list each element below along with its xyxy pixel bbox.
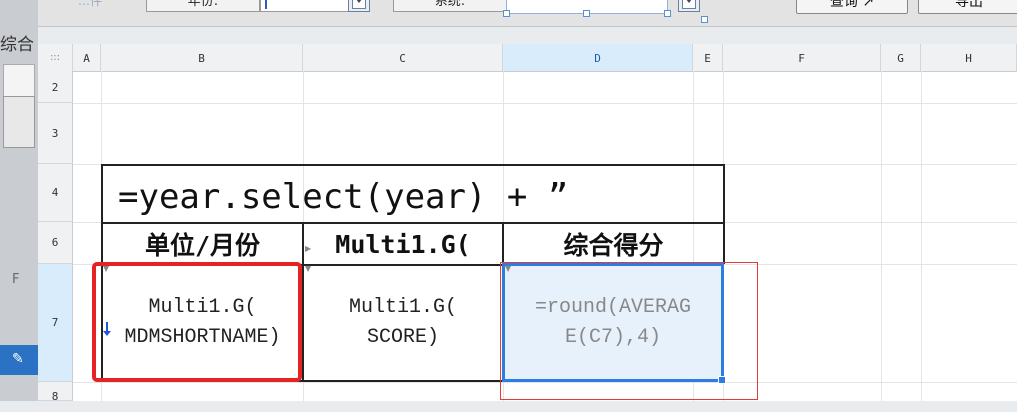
column-header-b[interactable]: B [101, 44, 303, 71]
cell-c6-header[interactable]: Multi1.G( [304, 224, 502, 264]
row-header-7[interactable]: 7 [38, 264, 73, 382]
row-header-8[interactable]: 8 [38, 382, 73, 403]
column-header-g[interactable]: G [881, 44, 921, 71]
gridline [73, 103, 1017, 104]
resize-handle[interactable] [664, 10, 671, 17]
column-header-h[interactable]: H [921, 44, 1017, 71]
left-panel-thumbnail-2[interactable] [3, 96, 35, 148]
edit-icon: ✎ [12, 351, 24, 367]
export-button[interactable]: 导出 [918, 0, 1017, 14]
report-design-grid[interactable]: ::: A B C D E F G H 2 3 4 6 7 8 =year.se… [38, 44, 1017, 403]
system-input[interactable] [503, 0, 671, 17]
cursor-icon: ↗ [862, 0, 875, 10]
table-border [101, 164, 724, 166]
year-input[interactable] [260, 0, 352, 12]
left-panel-edit-button[interactable]: ✎ [0, 345, 38, 375]
row-header-2[interactable]: 2 [38, 71, 73, 103]
condition-label: …件 [78, 0, 103, 8]
column-header-d[interactable]: D [503, 44, 693, 71]
chevron-down-icon [352, 0, 366, 9]
expand-marker-icon: ▶ [305, 244, 312, 253]
cell-d6-header[interactable]: 综合得分 [504, 224, 723, 264]
query-button-label: 查询 [829, 0, 858, 10]
column-header-bar: ::: A B C D E F G H [38, 44, 1017, 72]
row-header-4[interactable]: 4 [38, 164, 73, 222]
left-side-panel: 综合 F ✎ [0, 0, 38, 401]
column-header-e[interactable]: E [693, 44, 723, 71]
system-dropdown-button[interactable] [678, 0, 700, 12]
text-caret [265, 0, 267, 9]
red-highlight-box [92, 262, 302, 382]
chevron-down-icon [682, 0, 696, 9]
cell-b6-header[interactable]: 单位/月份 [103, 224, 302, 264]
column-header-f[interactable]: F [723, 44, 881, 71]
resize-handle[interactable] [701, 16, 708, 23]
column-header-c[interactable]: C [303, 44, 503, 71]
gridline [881, 71, 882, 401]
system-label: 系统: [393, 0, 507, 12]
year-dropdown-button[interactable] [348, 0, 370, 12]
left-panel-title: 综合 [0, 35, 34, 55]
left-panel-side-label: F [12, 272, 20, 287]
expand-marker-icon: ▼ [305, 264, 312, 273]
cell-c7-line-1: Multi1.G( [348, 296, 458, 319]
gridline [921, 71, 922, 401]
row-header-6[interactable]: 6 [38, 222, 73, 264]
parameter-toolbar: …件 年份: 系统: 查询 ↗ 导出 [38, 0, 1017, 27]
red-outline-box [500, 262, 758, 400]
cell-b4-title-formula[interactable]: =year.select(year) + ” [118, 174, 723, 220]
select-all-corner[interactable]: ::: [38, 44, 73, 71]
resize-handle[interactable] [503, 10, 510, 17]
year-label: 年份: [146, 0, 260, 12]
column-header-a[interactable]: A [73, 44, 101, 71]
resize-handle[interactable] [583, 10, 590, 17]
cell-c7[interactable]: Multi1.G( SCORE) [304, 266, 502, 380]
row-header-3[interactable]: 3 [38, 103, 73, 164]
table-border [723, 164, 725, 264]
query-button[interactable]: 查询 ↗ [796, 0, 908, 14]
cell-c7-line-2: SCORE) [366, 326, 439, 349]
